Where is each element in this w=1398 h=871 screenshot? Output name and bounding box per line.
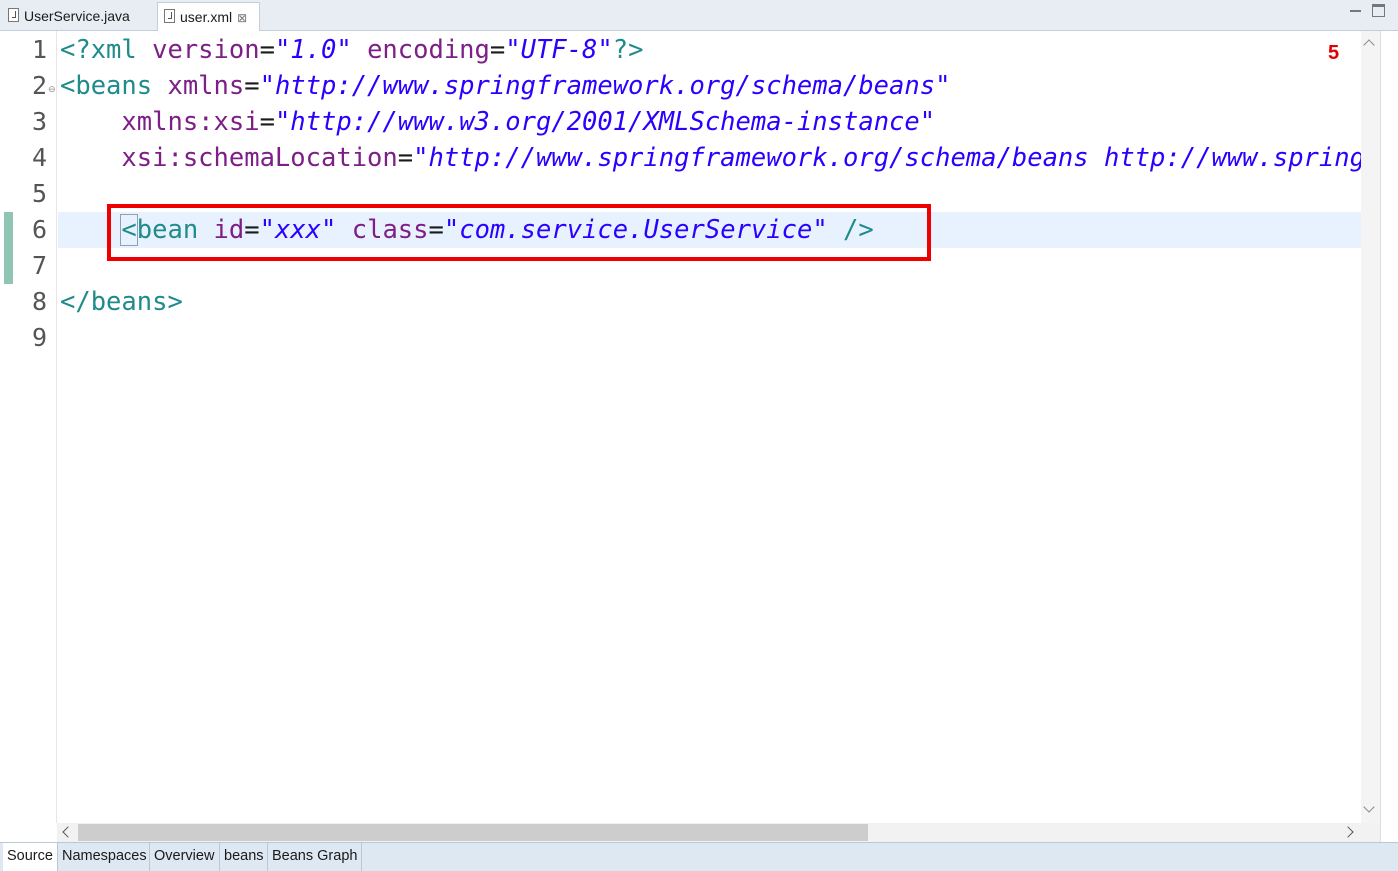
chevron-down-icon[interactable] xyxy=(1363,801,1375,813)
code-line-4: xsi:schemaLocation="http://www.springfra… xyxy=(60,140,1380,176)
chevron-left-icon[interactable] xyxy=(62,826,74,838)
xml-file-icon xyxy=(164,9,175,23)
java-file-icon xyxy=(8,8,19,22)
attr-name: xsi:schemaLocation xyxy=(60,143,398,173)
equals: = xyxy=(489,35,506,65)
code-line-2: <beans xmlns="http://www.springframework… xyxy=(60,68,950,104)
attr-name: version xyxy=(152,35,260,65)
highlight-annotation-box xyxy=(107,204,931,261)
attr-name: xmlns xyxy=(167,71,245,101)
line-number: 3 xyxy=(31,107,47,136)
code-line-3: xmlns:xsi="http://www.w3.org/2001/XMLSch… xyxy=(60,104,935,140)
editor-page-tabs: Source Namespaces Overview beans Beans G… xyxy=(0,842,1398,871)
equals: = xyxy=(259,107,275,137)
annotation-marker: 5 xyxy=(1328,42,1340,64)
tab-label: user.xml xyxy=(180,9,233,25)
line-number: 7 xyxy=(31,251,47,280)
horizontal-scrollbar[interactable] xyxy=(57,823,1361,842)
tab-userservice-java[interactable]: UserService.java xyxy=(0,2,156,31)
attr-value: "1.0" xyxy=(274,35,352,65)
attr-name: encoding xyxy=(351,35,490,65)
tab-user-xml[interactable]: user.xml ⊠ xyxy=(157,2,260,32)
equals: = xyxy=(259,35,275,65)
tab-beans[interactable]: beans xyxy=(220,843,268,871)
attr-value: "http://www.w3.org/2001/XMLSchema-instan… xyxy=(274,107,936,137)
overview-ruler-right xyxy=(1380,31,1398,842)
vertical-scrollbar[interactable] xyxy=(1361,31,1380,823)
scrollbar-corner xyxy=(1361,823,1380,842)
tag-close: </beans> xyxy=(60,287,183,317)
tab-overview[interactable]: Overview xyxy=(150,843,220,871)
tab-beans-graph[interactable]: Beans Graph xyxy=(268,843,362,871)
close-tab-icon[interactable]: ⊠ xyxy=(237,11,247,25)
xml-declaration-close: ?> xyxy=(612,35,644,65)
attr-value: "UTF-8" xyxy=(505,35,613,65)
attr-value: "http://www.springframework.org/schema/b… xyxy=(413,143,1380,173)
xml-declaration-open: <?xml xyxy=(60,35,153,65)
line-number: 1 xyxy=(31,35,47,64)
maximize-icon[interactable] xyxy=(1372,4,1385,17)
code-line-8: </beans> xyxy=(60,284,183,320)
tab-source[interactable]: Source xyxy=(3,843,58,871)
attr-value: "http://www.springframework.org/schema/b… xyxy=(259,71,951,101)
xml-source-editor[interactable]: 1 2 3 4 5 6 7 8 9 ⊖ <?xml version="1.0" … xyxy=(0,31,1380,823)
line-number: 9 xyxy=(31,323,47,352)
line-number: 4 xyxy=(31,143,47,172)
tag-open: <beans xyxy=(60,71,168,101)
editor-tab-bar: UserService.java user.xml ⊠ xyxy=(0,0,1398,32)
line-number: 8 xyxy=(31,287,47,316)
tab-namespaces[interactable]: Namespaces xyxy=(58,843,150,871)
overview-ruler-left xyxy=(0,31,15,823)
horizontal-scroll-thumb[interactable] xyxy=(78,824,868,841)
scrollbar-gutter-spacer xyxy=(0,823,57,842)
tab-label: UserService.java xyxy=(24,8,130,24)
chevron-up-icon[interactable] xyxy=(1363,39,1375,51)
line-number: 2 xyxy=(31,71,47,100)
fold-collapse-icon[interactable]: ⊖ xyxy=(48,84,56,95)
line-number: 5 xyxy=(31,179,47,208)
equals: = xyxy=(244,71,260,101)
code-line-1: <?xml version="1.0" encoding="UTF-8"?> xyxy=(60,32,643,68)
change-indicator-bar xyxy=(4,212,13,284)
equals: = xyxy=(397,143,414,173)
chevron-right-icon[interactable] xyxy=(1342,826,1354,838)
minimize-icon[interactable] xyxy=(1349,4,1362,17)
line-number: 6 xyxy=(31,215,47,244)
attr-name: xmlns:xsi xyxy=(60,107,260,137)
